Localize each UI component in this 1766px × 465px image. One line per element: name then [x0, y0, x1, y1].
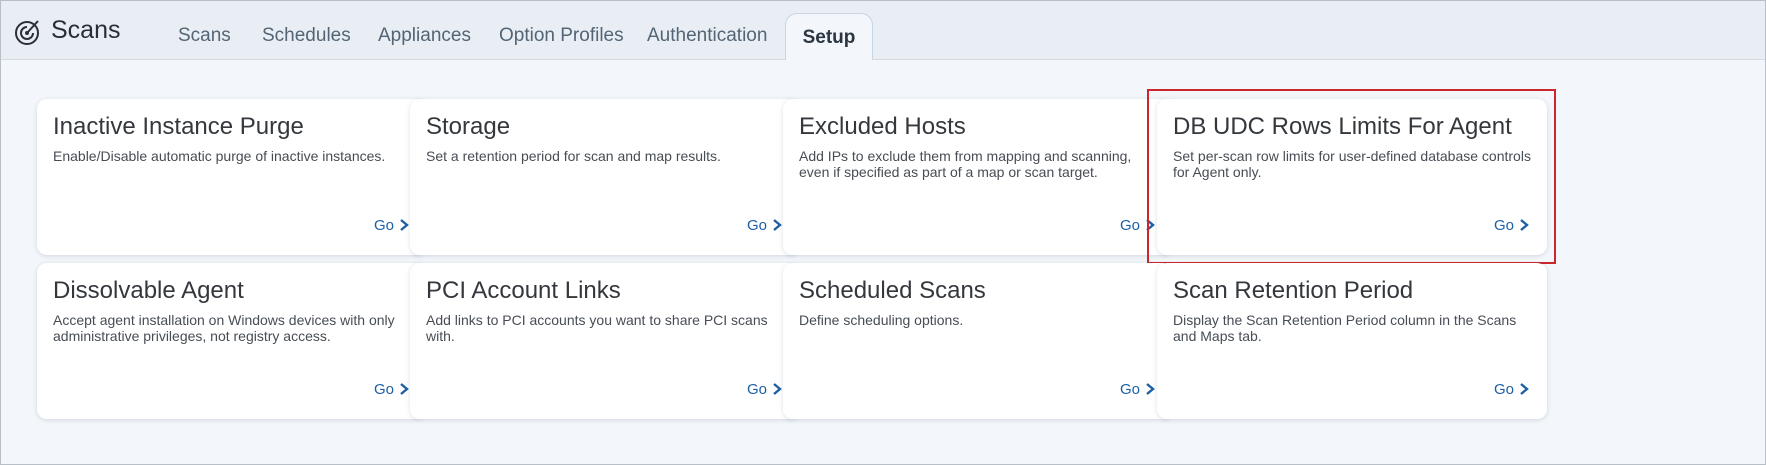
- tab-setup[interactable]: Setup: [785, 13, 873, 60]
- card-scan-retention-period: Scan Retention Period Display the Scan R…: [1157, 263, 1547, 419]
- card-title: Scheduled Scans: [799, 277, 986, 304]
- card-description: Define scheduling options.: [799, 312, 964, 328]
- card-description: Accept agent installation on Windows dev…: [53, 312, 395, 344]
- chevron-right-icon: [400, 383, 409, 395]
- go-link-label: Go: [746, 217, 767, 234]
- card-title: Excluded Hosts: [799, 113, 966, 140]
- go-link[interactable]: Go: [374, 381, 409, 399]
- scan-radar-icon: [15, 20, 39, 45]
- chevron-right-icon: [400, 219, 409, 231]
- chevron-right-icon: [773, 219, 782, 231]
- chevron-right-icon: [1520, 383, 1529, 395]
- go-link-label: Go: [1119, 381, 1140, 398]
- card-description: Set a retention period for scan and map …: [426, 148, 721, 164]
- go-link[interactable]: Go: [1494, 381, 1529, 399]
- card-title: Inactive Instance Purge: [53, 113, 304, 140]
- card-title: Dissolvable Agent: [53, 277, 244, 304]
- card-excluded-hosts: Excluded Hosts Add IPs to exclude them f…: [783, 99, 1173, 255]
- tab-appliances[interactable]: Appliances: [378, 23, 471, 49]
- card-description: Add links to PCI accounts you want to sh…: [426, 312, 768, 344]
- card-title: Scan Retention Period: [1173, 277, 1414, 304]
- go-link[interactable]: Go: [747, 381, 782, 399]
- tab-authentication[interactable]: Authentication: [647, 23, 767, 49]
- card-dissolvable-agent: Dissolvable Agent Accept agent installat…: [37, 263, 427, 419]
- app-title: Scans: [51, 16, 121, 44]
- card-title: Storage: [426, 113, 511, 140]
- card-storage: Storage Set a retention period for scan …: [410, 99, 800, 255]
- go-link[interactable]: Go: [1120, 381, 1155, 399]
- card-description: Add IPs to exclude them from mapping and…: [799, 148, 1132, 180]
- highlight-box: [1147, 89, 1556, 264]
- card-inactive-instance-purge: Inactive Instance Purge Enable/Disable a…: [37, 99, 427, 255]
- module-header: Scans Scans Schedules Appliances Option …: [1, 1, 1765, 60]
- tab-schedules[interactable]: Schedules: [262, 23, 351, 49]
- go-link-label: Go: [746, 381, 767, 398]
- card-title: PCI Account Links: [426, 277, 621, 304]
- tab-scans[interactable]: Scans: [178, 23, 231, 49]
- card-pci-account-links: PCI Account Links Add links to PCI accou…: [410, 263, 800, 419]
- scans-setup-window: Scans Scans Schedules Appliances Option …: [0, 0, 1766, 465]
- go-link[interactable]: Go: [374, 217, 409, 235]
- card-description: Display the Scan Retention Period column…: [1173, 312, 1517, 344]
- chevron-right-icon: [1146, 383, 1155, 395]
- go-link-label: Go: [1119, 217, 1140, 234]
- card-scheduled-scans: Scheduled Scans Define scheduling option…: [783, 263, 1173, 419]
- go-link-label: Go: [373, 381, 394, 398]
- go-link-label: Go: [1493, 381, 1514, 398]
- chevron-right-icon: [773, 383, 782, 395]
- tab-option-profiles[interactable]: Option Profiles: [499, 23, 624, 49]
- go-link-label: Go: [373, 217, 394, 234]
- go-link[interactable]: Go: [747, 217, 782, 235]
- card-description: Enable/Disable automatic purge of inacti…: [53, 148, 386, 164]
